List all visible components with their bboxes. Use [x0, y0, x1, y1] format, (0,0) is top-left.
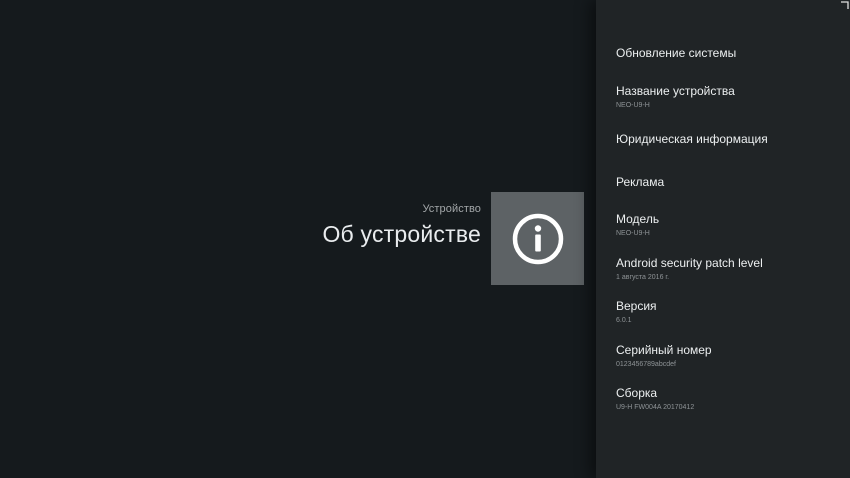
menu-item-version[interactable]: Версия 6.0.1 — [616, 299, 841, 326]
menu-item-title: Обновление системы — [616, 46, 737, 60]
menu-item-security-patch[interactable]: Android security patch level 1 августа 2… — [616, 256, 841, 283]
settings-menu: Обновление системы Название устройства N… — [596, 0, 850, 478]
menu-item-title: Android security patch level — [616, 256, 763, 270]
heading-block: Устройство Об устройстве — [322, 203, 481, 248]
menu-item-subtitle: NEO-U9-H — [616, 102, 650, 109]
breadcrumb: Устройство — [422, 203, 481, 215]
menu-item-system-update[interactable]: Обновление системы — [616, 46, 841, 61]
info-icon-tile — [491, 192, 584, 285]
menu-item-subtitle: 0123456789abcdef — [616, 361, 676, 368]
menu-item-model[interactable]: Модель NEO-U9-H — [616, 212, 841, 239]
menu-item-title: Серийный номер — [616, 343, 712, 357]
menu-item-subtitle: NEO-U9-H — [616, 230, 650, 237]
info-icon — [512, 213, 563, 264]
menu-item-device-name[interactable]: Название устройства NEO-U9-H — [616, 84, 841, 111]
menu-item-build[interactable]: Сборка U9-H FW004A 20170412 — [616, 386, 841, 413]
menu-item-title: Реклама — [616, 175, 665, 189]
menu-item-legal-info[interactable]: Юридическая информация — [616, 132, 841, 147]
header-pane: Устройство Об устройстве — [0, 0, 596, 478]
menu-item-title: Версия — [616, 299, 657, 313]
page-title: Об устройстве — [322, 221, 481, 247]
menu-item-subtitle: U9-H FW004A 20170412 — [616, 404, 695, 411]
menu-item-title: Юридическая информация — [616, 132, 768, 146]
settings-screen: Устройство Об устройстве Обновление сист… — [0, 0, 850, 478]
menu-item-subtitle: 1 августа 2016 г. — [616, 274, 670, 281]
menu-item-ads[interactable]: Реклама — [616, 175, 841, 190]
menu-item-serial-number[interactable]: Серийный номер 0123456789abcdef — [616, 343, 841, 370]
menu-item-subtitle: 6.0.1 — [616, 317, 632, 324]
menu-item-title: Название устройства — [616, 84, 735, 98]
corner-bracket-icon — [841, 1, 849, 9]
menu-item-title: Модель — [616, 212, 660, 226]
menu-item-title: Сборка — [616, 386, 658, 400]
